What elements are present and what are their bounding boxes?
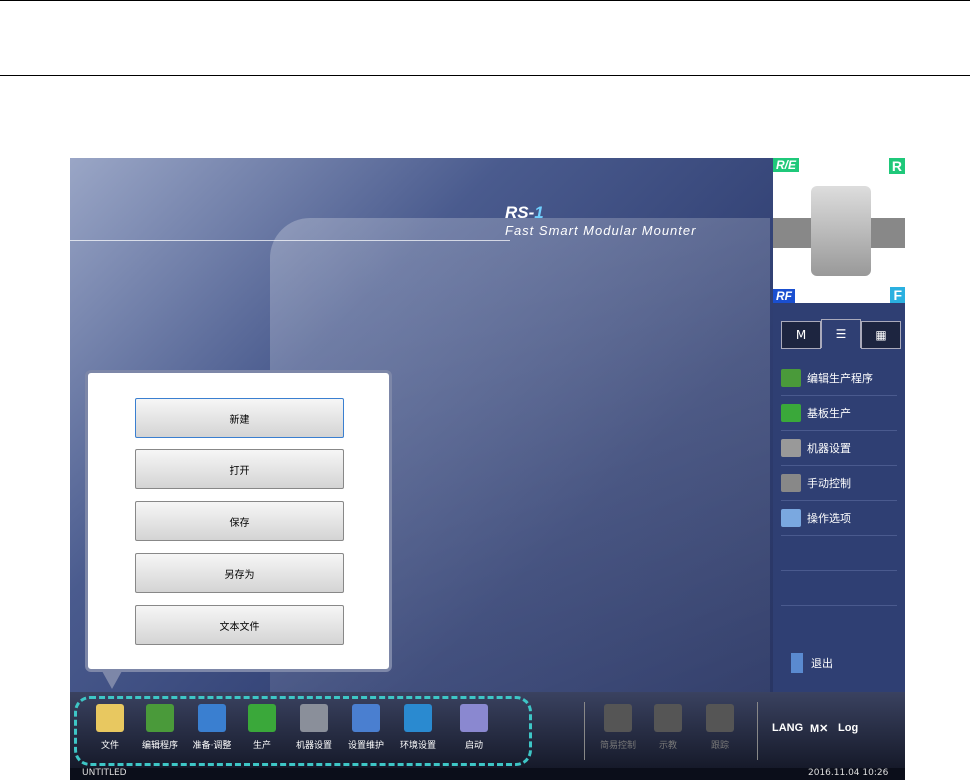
new-button[interactable]: 新建 bbox=[135, 398, 344, 438]
brand-subtitle: Fast Smart Modular Mounter bbox=[505, 223, 697, 238]
machine-info-icon bbox=[198, 704, 226, 732]
toolbar-button-disabled: 示教 bbox=[642, 704, 694, 751]
production-icon bbox=[781, 404, 801, 422]
toolbar-button-disabled: 简易控制 bbox=[592, 704, 644, 751]
file-menu-popup: 新建 打开 保存 另存为 文本文件 bbox=[85, 370, 392, 672]
production-icon bbox=[248, 704, 276, 732]
menu-edit-production-program[interactable]: 编辑生产程序 bbox=[781, 361, 897, 396]
open-button[interactable]: 打开 bbox=[135, 449, 344, 489]
toolbar-button[interactable]: 文件 bbox=[84, 704, 136, 751]
status-bar: UNTITLED 2016.11.04 10:26 bbox=[70, 768, 905, 780]
menu-machine-settings[interactable]: 机器设置 bbox=[781, 431, 897, 466]
menu-label: 操作选项 bbox=[807, 512, 851, 525]
toolbar-label: 准备·调整 bbox=[192, 741, 232, 751]
right-menu: 编辑生产程序 基板生产 机器设置 手动控制 操作选项 bbox=[773, 361, 905, 606]
machine-gear-icon bbox=[781, 439, 801, 457]
manual-tool-icon: M bbox=[810, 723, 820, 735]
bottom-toolbar: LANG M✕ Log 文件 编辑程序 准备·调整 生产 机器设置 设置维护 环境设置 启动 简… bbox=[70, 692, 905, 768]
teach-icon bbox=[654, 704, 682, 732]
toolbar-button[interactable]: 生产 bbox=[236, 704, 288, 751]
separator bbox=[584, 702, 585, 760]
separator bbox=[757, 702, 758, 760]
toolbar-label: 环境设置 bbox=[399, 741, 436, 751]
tab-grid[interactable]: ▦ bbox=[861, 321, 901, 349]
list-icon: ☰ bbox=[835, 327, 847, 341]
tab-manual[interactable]: M bbox=[781, 321, 821, 349]
toolbar-button[interactable]: 环境设置 bbox=[392, 704, 444, 751]
model-name: RS-1 bbox=[505, 203, 544, 222]
menu-label: 机器设置 bbox=[807, 442, 851, 455]
manual-button[interactable]: M✕ bbox=[810, 722, 828, 735]
module-image bbox=[811, 186, 871, 276]
brand: RS-1 Fast Smart Modular Mounter bbox=[505, 203, 696, 238]
toolbar-label: 示教 bbox=[658, 741, 677, 751]
toolbar-label: 跟踪 bbox=[710, 741, 729, 751]
corner-re: R/E bbox=[773, 158, 800, 172]
menu-board-production[interactable]: 基板生产 bbox=[781, 396, 897, 431]
toolbar-label: 编辑程序 bbox=[141, 741, 178, 751]
options-icon bbox=[781, 509, 801, 527]
menu-operation-options[interactable]: 操作选项 bbox=[781, 501, 897, 536]
menu-empty bbox=[781, 536, 897, 571]
toolbar-button[interactable]: 机器设置 bbox=[288, 704, 340, 751]
toolbar-button-disabled: 跟踪 bbox=[694, 704, 746, 751]
toolbar-button[interactable]: 编辑程序 bbox=[134, 704, 186, 751]
corner-r: R bbox=[888, 158, 905, 174]
top-rule bbox=[0, 0, 970, 1]
menu-label: 编辑生产程序 bbox=[807, 372, 873, 385]
corner-f: F bbox=[890, 287, 905, 303]
menu-empty bbox=[781, 571, 897, 606]
menu-label: 手动控制 bbox=[807, 477, 851, 490]
exit-label: 退出 bbox=[811, 657, 833, 670]
log-icon: Log bbox=[838, 722, 859, 734]
grid-icon: ▦ bbox=[875, 328, 887, 342]
toolbar-label: 设置维护 bbox=[347, 741, 384, 751]
panel-tabs: M ☰ ▦ bbox=[781, 319, 901, 349]
menu-manual-control[interactable]: 手动控制 bbox=[781, 466, 897, 501]
machine-preview[interactable]: R/E R RF F bbox=[773, 158, 905, 303]
right-panel: R/E R RF F M ☰ ▦ 编辑生产程序 基板生产 机器设置 手动控制 操… bbox=[773, 158, 905, 692]
log-button[interactable]: Log bbox=[838, 722, 858, 734]
toolbar-label: 启动 bbox=[464, 741, 483, 751]
door-icon bbox=[791, 653, 803, 673]
tools-icon bbox=[352, 704, 380, 732]
toolbar-label: 机器设置 bbox=[295, 741, 332, 751]
exit-button[interactable]: 退出 bbox=[791, 653, 833, 673]
corner-rf: RF bbox=[773, 289, 795, 303]
language-icon: LANG bbox=[772, 722, 804, 734]
toolbar-label: 简易控制 bbox=[599, 741, 636, 751]
trace-icon bbox=[706, 704, 734, 732]
simple-control-icon bbox=[604, 704, 632, 732]
menu-label: 基板生产 bbox=[807, 407, 851, 420]
manual-tool-icon: M bbox=[795, 328, 807, 342]
datetime: 2016.11.04 10:26 bbox=[808, 768, 889, 778]
save-button[interactable]: 保存 bbox=[135, 501, 344, 541]
edit-program-icon bbox=[146, 704, 174, 732]
toolbar-label: 文件 bbox=[100, 741, 119, 751]
toolbar-button[interactable]: 准备·调整 bbox=[186, 704, 238, 751]
toolbar-button[interactable]: 启动 bbox=[448, 704, 500, 751]
save-as-button[interactable]: 另存为 bbox=[135, 553, 344, 593]
machine-gear-icon bbox=[300, 704, 328, 732]
text-file-button[interactable]: 文本文件 bbox=[135, 605, 344, 645]
manual-control-icon bbox=[781, 474, 801, 492]
tab-list[interactable]: ☰ bbox=[821, 319, 861, 348]
header-rule bbox=[0, 75, 970, 76]
brand-line bbox=[70, 240, 510, 241]
language-button[interactable]: LANG bbox=[772, 722, 803, 734]
popup-tail bbox=[102, 671, 122, 689]
globe-gear-icon bbox=[404, 704, 432, 732]
app-screen: RS-1 Fast Smart Modular Mounter R/E R RF… bbox=[70, 158, 905, 780]
toolbar-button[interactable]: 设置维护 bbox=[340, 704, 392, 751]
edit-program-icon bbox=[781, 369, 801, 387]
toolbar-label: 生产 bbox=[252, 741, 271, 751]
folder-icon bbox=[96, 704, 124, 732]
book-icon bbox=[460, 704, 488, 732]
filename: UNTITLED bbox=[82, 768, 127, 778]
